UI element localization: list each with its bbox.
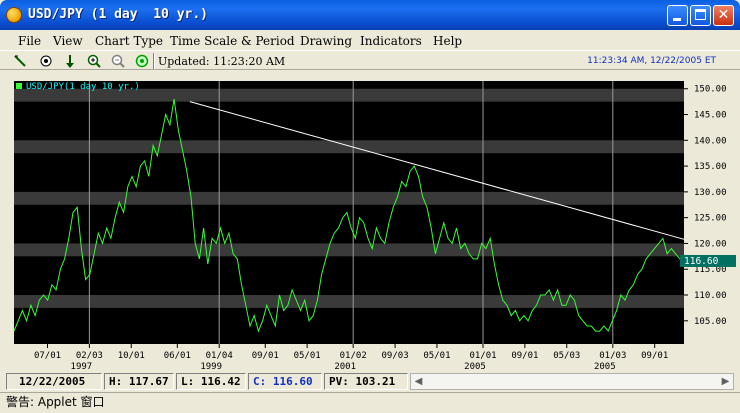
menu-file[interactable]: File (18, 34, 41, 48)
scroll-left-icon[interactable]: ◀ (411, 374, 426, 389)
minimize-button[interactable] (667, 5, 688, 26)
status-pv: PV: 103.21 (324, 373, 408, 390)
menu-time-scale[interactable]: Time Scale & Period (170, 34, 295, 48)
window-title: USD/JPY (1 day 10 yr.) (28, 7, 209, 22)
y-tick-label: 105.00 (694, 317, 727, 327)
x-tick-label: 05/03 (553, 351, 580, 361)
x-tick-label: 07/01 (34, 351, 61, 361)
x-tick-year-label: 2005 (464, 362, 486, 372)
status-high: H: 117.67 (104, 373, 174, 390)
updated-label: Updated: 11:23:20 AM (158, 55, 286, 68)
close-icon: ✕ (717, 7, 730, 23)
last-value-text: 116.60 (684, 256, 719, 267)
chart-panel[interactable]: 150.00 145.00 140.00 135.00 130.00 125.00 120.… (12, 78, 736, 372)
applet-warning: 警告: Applet 窗口 (0, 392, 740, 413)
y-tick-label: 150.00 (694, 85, 727, 95)
status-low: L: 116.42 (176, 373, 246, 390)
scroll-right-icon[interactable]: ▶ (718, 374, 733, 389)
grid-band (14, 140, 684, 154)
status-close: C: 116.60 (248, 373, 322, 390)
zoom-in-icon[interactable] (86, 53, 102, 69)
status-date: 12/22/2005 (6, 373, 102, 390)
price-chart[interactable]: 150.00 145.00 140.00 135.00 130.00 125.00 120.… (12, 78, 736, 372)
draw-line-icon[interactable] (12, 53, 28, 69)
grid-band (14, 295, 684, 308)
last-value-marker: 116.60 (680, 254, 736, 267)
x-tick-label: 01/01 (469, 351, 496, 361)
y-tick-label: 145.00 (694, 111, 727, 121)
maximize-icon (695, 9, 706, 20)
x-tick-year-label: 1999 (200, 362, 222, 372)
target-icon[interactable] (38, 53, 54, 69)
down-arrow-icon[interactable] (62, 53, 78, 69)
y-tick-label: 135.00 (694, 162, 727, 172)
minimize-icon (673, 18, 681, 21)
x-tick-label: 09/01 (641, 351, 668, 361)
x-tick-label: 01/03 (599, 351, 626, 361)
title-bar: USD/JPY (1 day 10 yr.) ✕ (0, 0, 740, 30)
app-icon (6, 7, 22, 23)
grid-band (14, 191, 684, 205)
zoom-out-icon[interactable] (110, 53, 126, 69)
x-tick-year-label: 2005 (594, 362, 616, 372)
x-tick-label: 01/04 (206, 351, 233, 361)
y-tick-label: 130.00 (694, 188, 727, 198)
horizontal-scrollbar[interactable]: ◀ ▶ (410, 373, 734, 390)
x-tick-label: 06/01 (164, 351, 191, 361)
x-axis-ticks: 07/01 02/031997 10/01 06/01 01/041999 09/01 05… (34, 344, 668, 372)
toolbar: Updated: 11:23:20 AM 11:23:34 AM, 12/22/… (0, 50, 740, 70)
menu-bar: File View Chart Type Time Scale & Period… (0, 30, 740, 50)
legend-swatch (16, 83, 22, 89)
y-tick-label: 125.00 (694, 214, 727, 224)
x-tick-label: 02/03 (76, 351, 103, 361)
x-tick-year-label: 2001 (334, 362, 356, 372)
toolbar-separator (153, 53, 155, 69)
x-tick-year-label: 1997 (71, 362, 93, 372)
menu-help[interactable]: Help (433, 34, 462, 48)
legend-label: USD/JPY(1 day 10 yr.) (26, 82, 140, 92)
x-tick-label: 01/02 (340, 351, 367, 361)
y-tick-label: 140.00 (694, 136, 727, 146)
refresh-icon[interactable] (134, 53, 150, 69)
menu-drawing[interactable]: Drawing (300, 34, 352, 48)
y-tick-label: 110.00 (694, 291, 727, 301)
y-axis-ticks: 150.00 145.00 140.00 135.00 130.00 125.00 120.… (684, 85, 727, 327)
menu-view[interactable]: View (53, 34, 83, 48)
x-tick-label: 09/01 (252, 351, 279, 361)
grid-band (14, 243, 684, 257)
x-tick-label: 10/01 (118, 351, 145, 361)
x-tick-label: 05/01 (294, 351, 321, 361)
x-tick-label: 09/03 (382, 351, 409, 361)
menu-chart-type[interactable]: Chart Type (95, 34, 163, 48)
close-button[interactable]: ✕ (713, 5, 734, 26)
y-tick-label: 120.00 (694, 239, 727, 249)
x-tick-label: 05/01 (423, 351, 450, 361)
status-bar: 12/22/2005 H: 117.67 L: 116.42 C: 116.60… (0, 372, 740, 392)
chart-bands (14, 81, 684, 344)
x-tick-label: 09/01 (511, 351, 538, 361)
maximize-button[interactable] (690, 5, 711, 26)
menu-indicators[interactable]: Indicators (360, 34, 422, 48)
timestamp-label: 11:23:34 AM, 12/22/2005 ET (587, 56, 716, 66)
